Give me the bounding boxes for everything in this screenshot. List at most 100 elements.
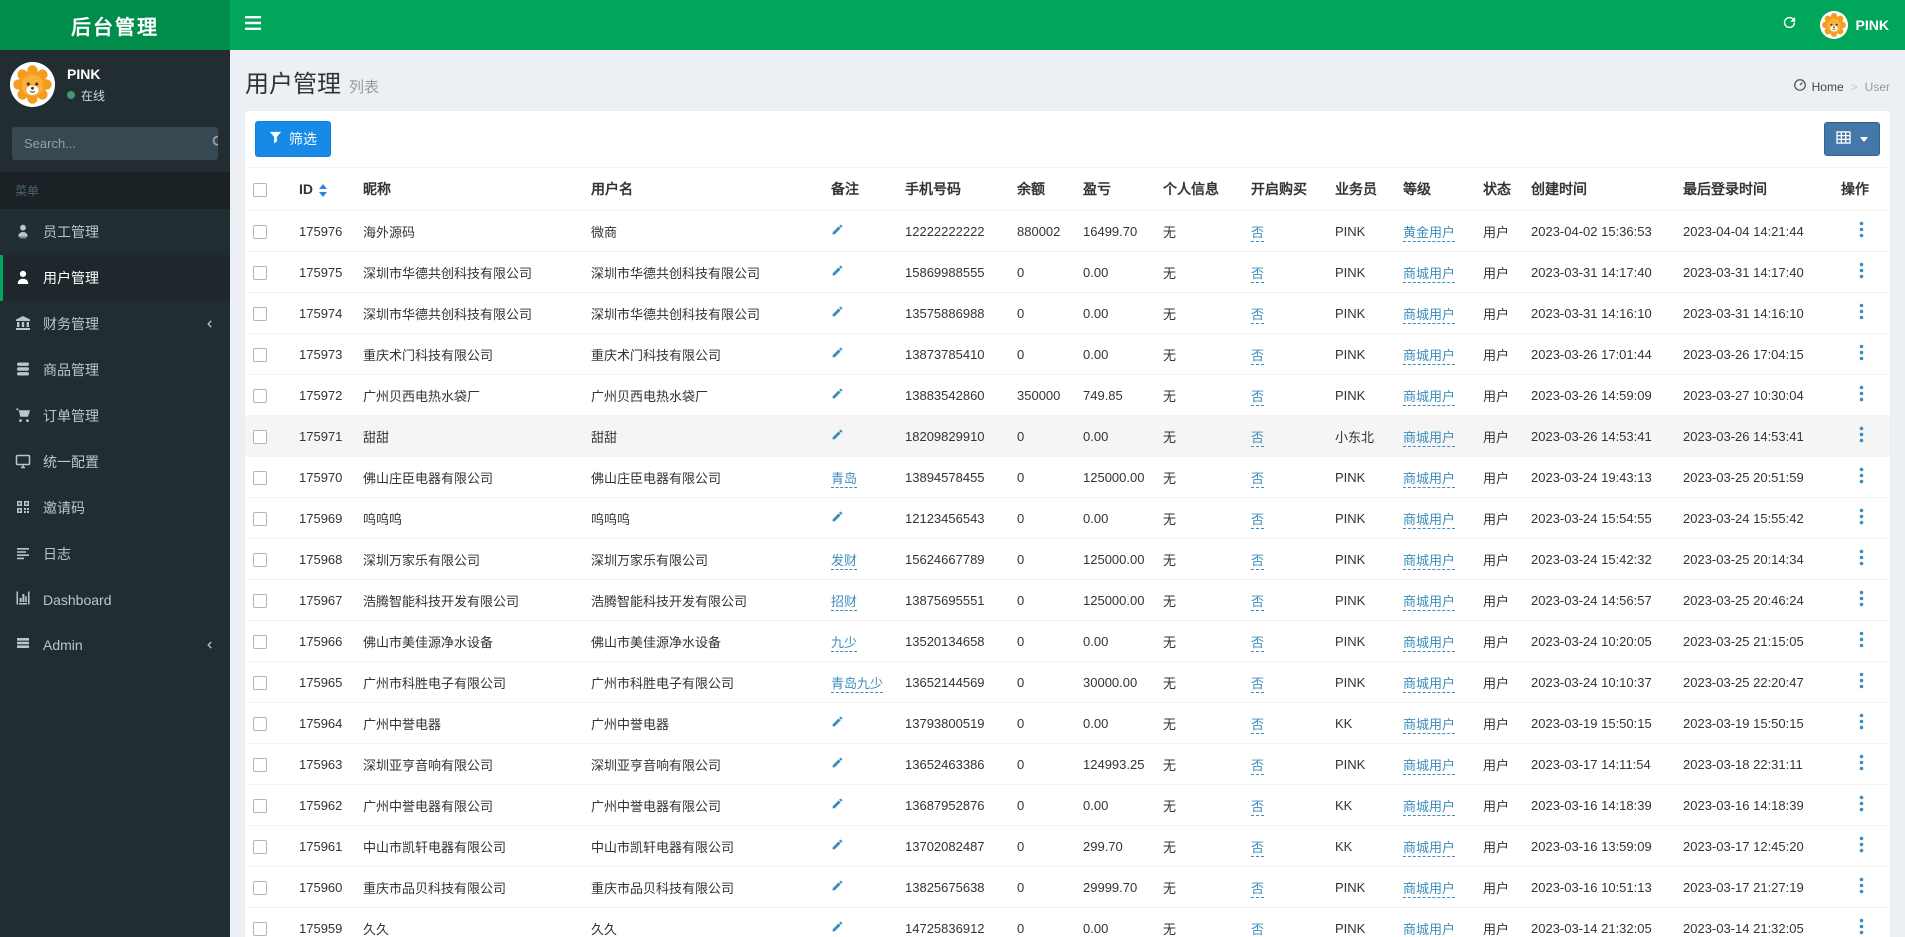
row-actions-button[interactable]: [1859, 590, 1864, 607]
remark-link[interactable]: 九少: [831, 635, 857, 652]
row-checkbox[interactable]: [253, 635, 267, 649]
sidebar-item-dashboard[interactable]: Dashboard: [0, 577, 230, 622]
edit-remark-icon[interactable]: [831, 756, 844, 769]
edit-remark-icon[interactable]: [831, 920, 844, 933]
row-checkbox[interactable]: [253, 594, 267, 608]
row-checkbox[interactable]: [253, 512, 267, 526]
row-checkbox[interactable]: [253, 430, 267, 444]
remark-link[interactable]: 发财: [831, 553, 857, 570]
refresh-button[interactable]: [1768, 0, 1812, 50]
edit-remark-icon[interactable]: [831, 510, 844, 523]
level-link[interactable]: 商城用户: [1403, 922, 1455, 937]
row-actions-button[interactable]: [1859, 836, 1864, 853]
edit-remark-icon[interactable]: [831, 797, 844, 810]
row-actions-button[interactable]: [1859, 918, 1864, 935]
purchase-toggle-link[interactable]: 否: [1251, 635, 1264, 652]
purchase-toggle-link[interactable]: 否: [1251, 348, 1264, 365]
row-checkbox[interactable]: [253, 389, 267, 403]
level-link[interactable]: 商城用户: [1403, 389, 1455, 406]
level-link[interactable]: 商城用户: [1403, 594, 1455, 611]
sidebar-item-staff-management[interactable]: 员工管理: [0, 209, 230, 255]
row-actions-button[interactable]: [1859, 877, 1864, 894]
level-link[interactable]: 商城用户: [1403, 717, 1455, 734]
purchase-toggle-link[interactable]: 否: [1251, 594, 1264, 611]
sidebar-item-logs[interactable]: 日志: [0, 531, 230, 577]
app-logo[interactable]: 后台管理: [0, 0, 230, 50]
level-link[interactable]: 商城用户: [1403, 676, 1455, 693]
row-actions-button[interactable]: [1859, 631, 1864, 648]
edit-remark-icon[interactable]: [831, 715, 844, 728]
level-link[interactable]: 商城用户: [1403, 266, 1455, 283]
purchase-toggle-link[interactable]: 否: [1251, 881, 1264, 898]
edit-remark-icon[interactable]: [831, 223, 844, 236]
row-actions-button[interactable]: [1859, 221, 1864, 238]
remark-link[interactable]: 青岛九少: [831, 676, 883, 693]
level-link[interactable]: 商城用户: [1403, 635, 1455, 652]
edit-remark-icon[interactable]: [831, 305, 844, 318]
row-checkbox[interactable]: [253, 881, 267, 895]
row-checkbox[interactable]: [253, 471, 267, 485]
row-checkbox[interactable]: [253, 717, 267, 731]
purchase-toggle-link[interactable]: 否: [1251, 799, 1264, 816]
filter-button[interactable]: 筛选: [255, 121, 331, 157]
purchase-toggle-link[interactable]: 否: [1251, 389, 1264, 406]
row-checkbox[interactable]: [253, 799, 267, 813]
level-link[interactable]: 商城用户: [1403, 430, 1455, 447]
edit-remark-icon[interactable]: [831, 428, 844, 441]
purchase-toggle-link[interactable]: 否: [1251, 225, 1264, 242]
column-header-id[interactable]: ID: [291, 168, 355, 211]
sidebar-item-unified-config[interactable]: 统一配置: [0, 439, 230, 485]
edit-remark-icon[interactable]: [831, 264, 844, 277]
row-actions-button[interactable]: [1859, 303, 1864, 320]
purchase-toggle-link[interactable]: 否: [1251, 553, 1264, 570]
sidebar-item-finance-management[interactable]: 财务管理: [0, 301, 230, 347]
purchase-toggle-link[interactable]: 否: [1251, 676, 1264, 693]
row-checkbox[interactable]: [253, 225, 267, 239]
purchase-toggle-link[interactable]: 否: [1251, 266, 1264, 283]
purchase-toggle-link[interactable]: 否: [1251, 717, 1264, 734]
level-link[interactable]: 商城用户: [1403, 348, 1455, 365]
sidebar-toggle-button[interactable]: [230, 0, 276, 50]
level-link[interactable]: 商城用户: [1403, 471, 1455, 488]
purchase-toggle-link[interactable]: 否: [1251, 840, 1264, 857]
level-link[interactable]: 商城用户: [1403, 840, 1455, 857]
level-link[interactable]: 商城用户: [1403, 881, 1455, 898]
row-checkbox[interactable]: [253, 553, 267, 567]
row-actions-button[interactable]: [1859, 672, 1864, 689]
purchase-toggle-link[interactable]: 否: [1251, 430, 1264, 447]
purchase-toggle-link[interactable]: 否: [1251, 471, 1264, 488]
remark-link[interactable]: 青岛: [831, 471, 857, 488]
purchase-toggle-link[interactable]: 否: [1251, 512, 1264, 529]
edit-remark-icon[interactable]: [831, 879, 844, 892]
select-all-checkbox[interactable]: [253, 183, 267, 197]
row-checkbox[interactable]: [253, 307, 267, 321]
row-checkbox[interactable]: [253, 676, 267, 690]
row-actions-button[interactable]: [1859, 344, 1864, 361]
purchase-toggle-link[interactable]: 否: [1251, 922, 1264, 937]
sidebar-search-button[interactable]: [212, 127, 218, 160]
row-actions-button[interactable]: [1859, 467, 1864, 484]
row-actions-button[interactable]: [1859, 713, 1864, 730]
row-checkbox[interactable]: [253, 758, 267, 772]
sidebar-item-invite-code[interactable]: 邀请码: [0, 485, 230, 531]
edit-remark-icon[interactable]: [831, 346, 844, 359]
row-actions-button[interactable]: [1859, 426, 1864, 443]
row-actions-button[interactable]: [1859, 795, 1864, 812]
sidebar-item-goods-management[interactable]: 商品管理: [0, 347, 230, 393]
column-layout-button[interactable]: [1824, 122, 1880, 156]
row-checkbox[interactable]: [253, 840, 267, 854]
breadcrumb-home-link[interactable]: Home: [1793, 78, 1844, 95]
row-checkbox[interactable]: [253, 348, 267, 362]
sidebar-item-user-management[interactable]: 用户管理: [0, 255, 230, 301]
user-menu-button[interactable]: PINK: [1812, 0, 1905, 50]
level-link[interactable]: 商城用户: [1403, 758, 1455, 775]
row-actions-button[interactable]: [1859, 754, 1864, 771]
edit-remark-icon[interactable]: [831, 387, 844, 400]
level-link[interactable]: 商城用户: [1403, 799, 1455, 816]
level-link[interactable]: 商城用户: [1403, 307, 1455, 324]
purchase-toggle-link[interactable]: 否: [1251, 758, 1264, 775]
row-checkbox[interactable]: [253, 922, 267, 936]
level-link[interactable]: 商城用户: [1403, 512, 1455, 529]
row-actions-button[interactable]: [1859, 508, 1864, 525]
sidebar-item-admin[interactable]: Admin: [0, 622, 230, 667]
